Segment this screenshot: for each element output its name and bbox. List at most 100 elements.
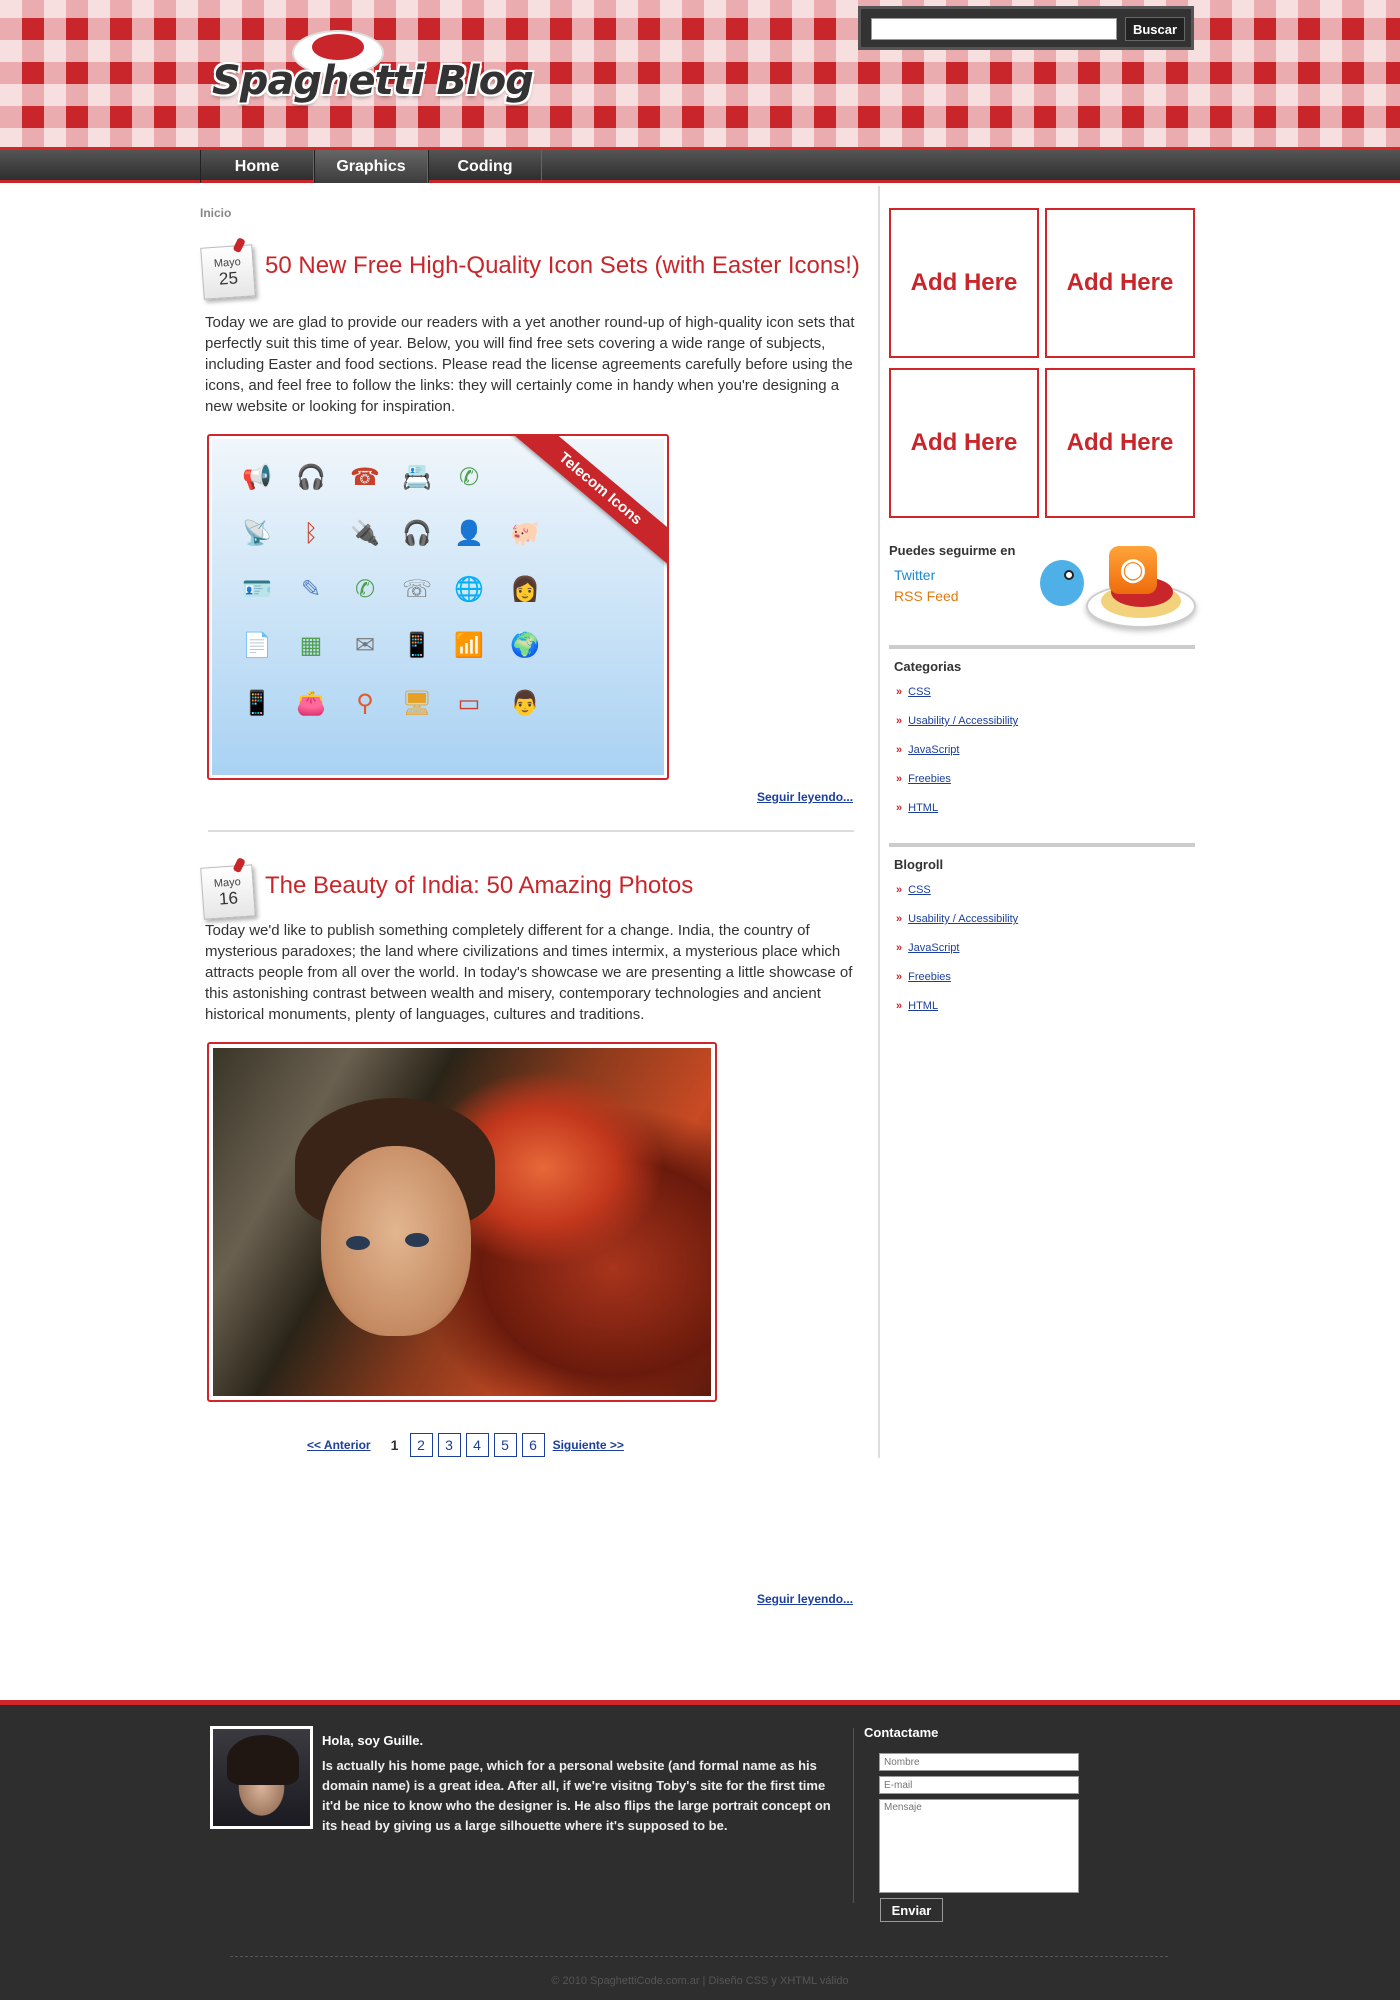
ad-slot[interactable]: Add Here [1045,368,1195,518]
post-divider [208,830,854,832]
list-item: CSS [889,876,1195,905]
header: Spaghetti Blog Buscar [0,0,1400,150]
post-image[interactable] [207,1042,717,1402]
blogroll-link[interactable]: Usability / Accessibility [908,913,1018,925]
contact-title: Contactame [864,1725,939,1740]
list-item: Freebies [889,765,1195,794]
widget-title: Categorias [894,659,962,674]
bluetooth-icon: ᛒ [303,520,319,547]
mail-lock-icon: ✉ [354,632,376,659]
operator-icon: 👤 [454,520,484,547]
search-button[interactable]: Buscar [1125,17,1185,41]
badge-icon: 📇 [402,464,432,491]
phone-green-icon: ✆ [458,464,480,491]
megaphone-icon: 📢 [242,464,272,491]
pen-icon: ✎ [300,576,322,603]
post-title[interactable]: 50 New Free High-Quality Icon Sets (with… [265,251,865,280]
rss-icon[interactable]: ◉ [1109,546,1157,594]
search-input[interactable] [871,18,1117,40]
page-link[interactable]: 5 [493,1433,517,1457]
desk-phone-icon: ☏ [401,576,432,603]
phone-icon: ☎ [350,464,380,491]
post-body: Today we are glad to provide our readers… [205,314,855,415]
prev-page-link[interactable]: << Anterior [307,1438,371,1452]
site-logo[interactable]: Spaghetti Blog [212,28,534,118]
satellite-icon: 📡 [242,520,272,547]
twitter-bird-icon[interactable] [1034,550,1090,610]
blogroll-widget: Blogroll CSS Usability / Accessibility J… [889,843,1195,1021]
category-link[interactable]: Usability / Accessibility [908,715,1018,727]
footer-separator [230,1956,1168,1957]
list-item: Usability / Accessibility [889,905,1195,934]
list-item: Usability / Accessibility [889,707,1195,736]
footer-divider [853,1728,854,1903]
category-link[interactable]: CSS [908,686,931,698]
blogroll-link[interactable]: CSS [908,884,931,896]
email-field[interactable] [879,1776,1079,1794]
blogroll-link[interactable]: Freebies [908,971,951,983]
usb-plug-icon: 🔌 [350,520,380,547]
list-item: HTML [889,992,1195,1021]
about-text: Is actually his home page, which for a p… [322,1758,831,1833]
read-more-link[interactable]: Seguir leyendo... [757,790,853,804]
date-day: 25 [218,268,239,289]
send-button[interactable]: Enviar [880,1898,943,1922]
avatar [210,1726,313,1829]
nav-item-graphics[interactable]: Graphics [314,150,428,183]
icon-set-preview: Telecom Icons 📢 🎧 ☎ 📇 ✆ 📡 ᛒ 🔌 🎧 👤 🐖 🪪 ✎ ✆ ☏ 🌐 👩 📄 ▦ ✉ 📱 📶 🌍 📱 👛 ⚲… [212,436,667,775]
ad-slot[interactable]: Add Here [889,208,1039,358]
page-link[interactable]: 6 [521,1433,545,1457]
search-box: Buscar [858,6,1194,50]
post-title[interactable]: The Beauty of India: 50 Amazing Photos [265,871,865,900]
post-body: Today we'd like to publish something com… [205,922,853,1023]
usb-stick-icon: ▭ [457,690,481,717]
nav-item-coding[interactable]: Coding [428,150,542,183]
sauce-icon [312,34,364,60]
blogroll-link[interactable]: JavaScript [908,942,959,954]
rss-link[interactable]: RSS Feed [894,588,959,604]
list-item: CSS [889,678,1195,707]
twitter-link[interactable]: Twitter [894,567,935,583]
next-page-link[interactable]: Siguiente >> [553,1438,624,1452]
monitor-icon: 🖥 [401,690,433,717]
photo-face [321,1146,471,1336]
globe-network-icon: 🌐 [454,576,484,603]
date-badge: Mayo 16 [200,864,256,920]
headset-icon: 🎧 [296,464,326,491]
about-title: Hola, soy Guille. [322,1733,424,1748]
footer: Hola, soy Guille. Is actually his home p… [0,1700,1400,2000]
category-link[interactable]: HTML [908,802,938,814]
mobile-icon: 📱 [242,690,272,717]
list-item: Freebies [889,963,1195,992]
man-operator-icon: 👨 [510,690,540,717]
breadcrumb[interactable]: Inicio [200,206,231,220]
globe-lock-icon: 🌍 [510,632,540,659]
lamp-icon: ⚲ [356,690,374,717]
photo-eye [405,1233,429,1247]
ad-slot[interactable]: Add Here [889,368,1039,518]
list-item: HTML [889,794,1195,823]
document-icon: 📄 [242,632,272,659]
nav-item-home[interactable]: Home [200,150,314,183]
read-more-link[interactable]: Seguir leyendo... [757,1592,853,1606]
ad-slot[interactable]: Add Here [1045,208,1195,358]
copyright: © 2010 SpaghettiCode.com.ar | Diseño CSS… [551,1975,849,1987]
name-field[interactable] [879,1753,1079,1771]
girl-portrait-photo [213,1048,711,1396]
photo-eye [346,1236,370,1250]
list-item: JavaScript [889,736,1195,765]
current-page: 1 [390,1437,399,1453]
main-nav: Home Graphics Coding [0,150,1400,183]
post-image[interactable]: Telecom Icons 📢 🎧 ☎ 📇 ✆ 📡 ᛒ 🔌 🎧 👤 🐖 🪪 ✎ ✆ ☏ 🌐 👩 📄 ▦ ✉ 📱 📶 🌍 📱 👛 ⚲… [207,434,669,780]
page-link[interactable]: 2 [409,1433,433,1457]
page-link[interactable]: 4 [465,1433,489,1457]
date-badge: Mayo 25 [200,244,256,300]
widget-title: Blogroll [894,857,944,872]
blogroll-link[interactable]: HTML [908,1000,938,1012]
page-link[interactable]: 3 [437,1433,461,1457]
category-link[interactable]: Freebies [908,773,951,785]
message-field[interactable] [879,1799,1079,1893]
mobile-mail-icon: 📱 [402,632,432,659]
category-link[interactable]: JavaScript [908,744,959,756]
id-card-icon: 🪪 [242,576,272,603]
